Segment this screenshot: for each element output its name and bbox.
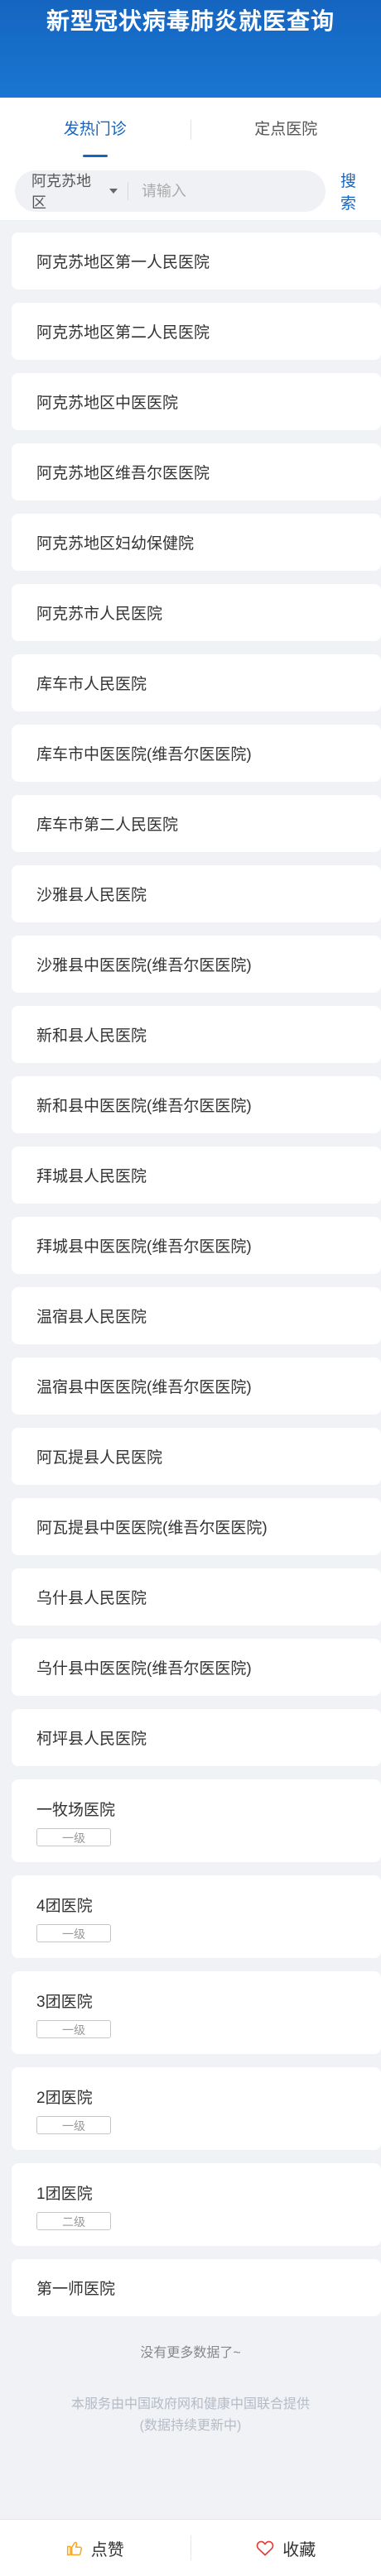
hospital-name: 库车市中医医院(维吾尔医医院) — [36, 746, 252, 764]
hospital-name: 沙雅县中医医院(维吾尔医医院) — [36, 957, 252, 974]
hospital-card[interactable]: 拜城县中医医院(维吾尔医医院) — [12, 1217, 381, 1274]
region-selector[interactable]: 阿克苏地区 — [31, 173, 128, 211]
hospital-card[interactable]: 阿克苏地区妇幼保健院 — [12, 514, 381, 571]
hospital-name: 乌什县中医医院(维吾尔医医院) — [36, 1660, 252, 1678]
hospital-card[interactable]: 阿克苏地区第一人民医院 — [12, 232, 381, 290]
hospital-name: 新和县中医医院(维吾尔医医院) — [36, 1098, 252, 1115]
hospital-level-badge: 二级 — [36, 2212, 111, 2230]
hospital-list: 阿克苏地区第一人民医院 阿克苏地区第二人民医院 阿克苏地区中医医院阿克苏地区维吾尔医… — [0, 221, 381, 2316]
hospital-name: 柯坪县人民医院 — [36, 1731, 147, 1748]
hospital-name: 阿克苏地区维吾尔医医院 — [36, 465, 210, 482]
hospital-level-badge: 一级 — [36, 2020, 111, 2038]
hospital-card[interactable]: 温宿县人民医院 — [12, 1287, 381, 1344]
hospital-name: 阿克苏市人民医院 — [36, 606, 163, 623]
hospital-card[interactable]: 沙雅县中医医院(维吾尔医医院) — [12, 936, 381, 993]
favorite-button[interactable]: 收藏 — [191, 2536, 381, 2560]
hospital-name: 阿克苏地区第一人民医院 — [36, 254, 210, 271]
hospital-name: 一牧场医院 — [36, 1802, 116, 1819]
hospital-name: 第一师医院 — [36, 2281, 116, 2298]
hospital-card[interactable]: 阿瓦提县人民医院 — [12, 1428, 381, 1485]
hospital-name: 温宿县中医医院(维吾尔医医院) — [36, 1379, 252, 1396]
hospital-card[interactable]: 阿克苏地区维吾尔医医院 — [12, 443, 381, 500]
hospital-card[interactable]: 乌什县中医医院(维吾尔医医院) — [12, 1639, 381, 1696]
footer-note-line2: (数据持续更新中) — [139, 2419, 242, 2433]
hospital-card[interactable]: 3团医院一级 — [12, 1971, 381, 2054]
hospital-name: 乌什县人民医院 — [36, 1590, 147, 1607]
hospital-card[interactable]: 阿瓦提县中医医院(维吾尔医医院) — [12, 1498, 381, 1555]
tab-bar: 发热门诊 定点医院 — [0, 98, 381, 162]
thumbs-up-icon — [66, 2541, 82, 2556]
hospital-card[interactable]: 温宿县中医医院(维吾尔医医院) — [12, 1357, 381, 1415]
hospital-card[interactable]: 新和县人民医院 — [12, 1006, 381, 1063]
hospital-name: 阿克苏地区中医医院 — [36, 395, 179, 412]
hospital-card[interactable]: 阿克苏地区中医医院 — [12, 373, 381, 430]
hospital-name: 拜城县中医医院(维吾尔医医院) — [36, 1238, 252, 1256]
hospital-card[interactable]: 乌什县人民医院 — [12, 1568, 381, 1626]
hospital-card[interactable]: 新和县中医医院(维吾尔医医院) — [12, 1076, 381, 1133]
hospital-name: 1团医院 — [36, 2186, 93, 2203]
like-button[interactable]: 点赞 — [0, 2536, 190, 2560]
hospital-card[interactable]: 一牧场医院 一级 — [12, 1779, 381, 1862]
hospital-card[interactable]: 库车市第二人民医院 — [12, 795, 381, 852]
hospital-card[interactable]: 2团医院一级 — [12, 2067, 381, 2150]
heart-icon — [256, 2540, 274, 2556]
hospital-card[interactable]: 拜城县人民医院 — [12, 1147, 381, 1204]
hospital-level-badge: 一级 — [36, 1924, 111, 1942]
hospital-card[interactable]: 柯坪县人民医院 — [12, 1709, 381, 1766]
region-label: 阿克苏地区 — [31, 173, 91, 211]
hospital-card[interactable]: 阿克苏地区第二人民医院 — [12, 303, 381, 360]
hospital-card[interactable]: 4团医院一级 — [12, 1875, 381, 1958]
hospital-card[interactable]: 第一师医院 — [12, 2259, 381, 2316]
hospital-level-badge: 一级 — [36, 1828, 111, 1846]
hospital-card[interactable]: 1团医院二级 — [12, 2163, 381, 2246]
hospital-name: 库车市人民医院 — [36, 676, 147, 693]
bottom-action-bar: 点赞 收藏 — [0, 2519, 381, 2576]
hospital-name: 阿瓦提县中医医院(维吾尔医医院) — [36, 1520, 268, 1537]
hospital-level-badge: 一级 — [36, 2116, 111, 2134]
like-label: 点赞 — [90, 2540, 124, 2559]
hospital-name: 拜城县人民医院 — [36, 1168, 147, 1185]
search-box: 阿克苏地区 — [15, 170, 326, 212]
hospital-name: 阿瓦提县人民医院 — [36, 1449, 163, 1467]
hospital-name: 2团医院 — [36, 2090, 93, 2107]
hospital-name: 3团医院 — [36, 1994, 93, 2011]
hospital-name: 沙雅县人民医院 — [36, 887, 147, 904]
hospital-name: 阿克苏地区第二人民医院 — [36, 324, 210, 342]
tab-designated-hospital[interactable]: 定点医院 — [191, 98, 381, 162]
hospital-card[interactable]: 库车市中医医院(维吾尔医医院) — [12, 725, 381, 782]
list-end-text: 没有更多数据了~ — [140, 2346, 241, 2360]
page-title: 新型冠状病毒肺炎就医查询 — [46, 8, 335, 34]
hospital-name: 阿克苏地区妇幼保健院 — [36, 535, 195, 553]
caret-down-icon — [109, 189, 118, 194]
hospital-card[interactable]: 阿克苏市人民医院 — [12, 584, 381, 641]
tab-fever-clinic[interactable]: 发热门诊 — [0, 98, 190, 162]
favorite-label: 收藏 — [282, 2540, 316, 2559]
search-bar: 阿克苏地区 搜索 — [0, 162, 381, 221]
hospital-name: 新和县人民医院 — [36, 1027, 147, 1045]
search-input[interactable] — [139, 181, 326, 201]
hospital-name: 4团医院 — [36, 1898, 93, 1915]
footer-note: 本服务由中国政府网和健康中国联合提供 (数据持续更新中) — [0, 2394, 381, 2437]
hospital-card[interactable]: 库车市人民医院 — [12, 654, 381, 711]
search-button[interactable]: 搜索 — [340, 169, 371, 213]
footer-note-line1: 本服务由中国政府网和健康中国联合提供 — [70, 2397, 310, 2411]
hospital-name: 温宿县人民医院 — [36, 1309, 147, 1326]
hospital-name: 库车市第二人民医院 — [36, 816, 179, 834]
header-banner: 新型冠状病毒肺炎就医查询 — [0, 0, 381, 98]
hospital-card[interactable]: 沙雅县人民医院 — [12, 865, 381, 922]
